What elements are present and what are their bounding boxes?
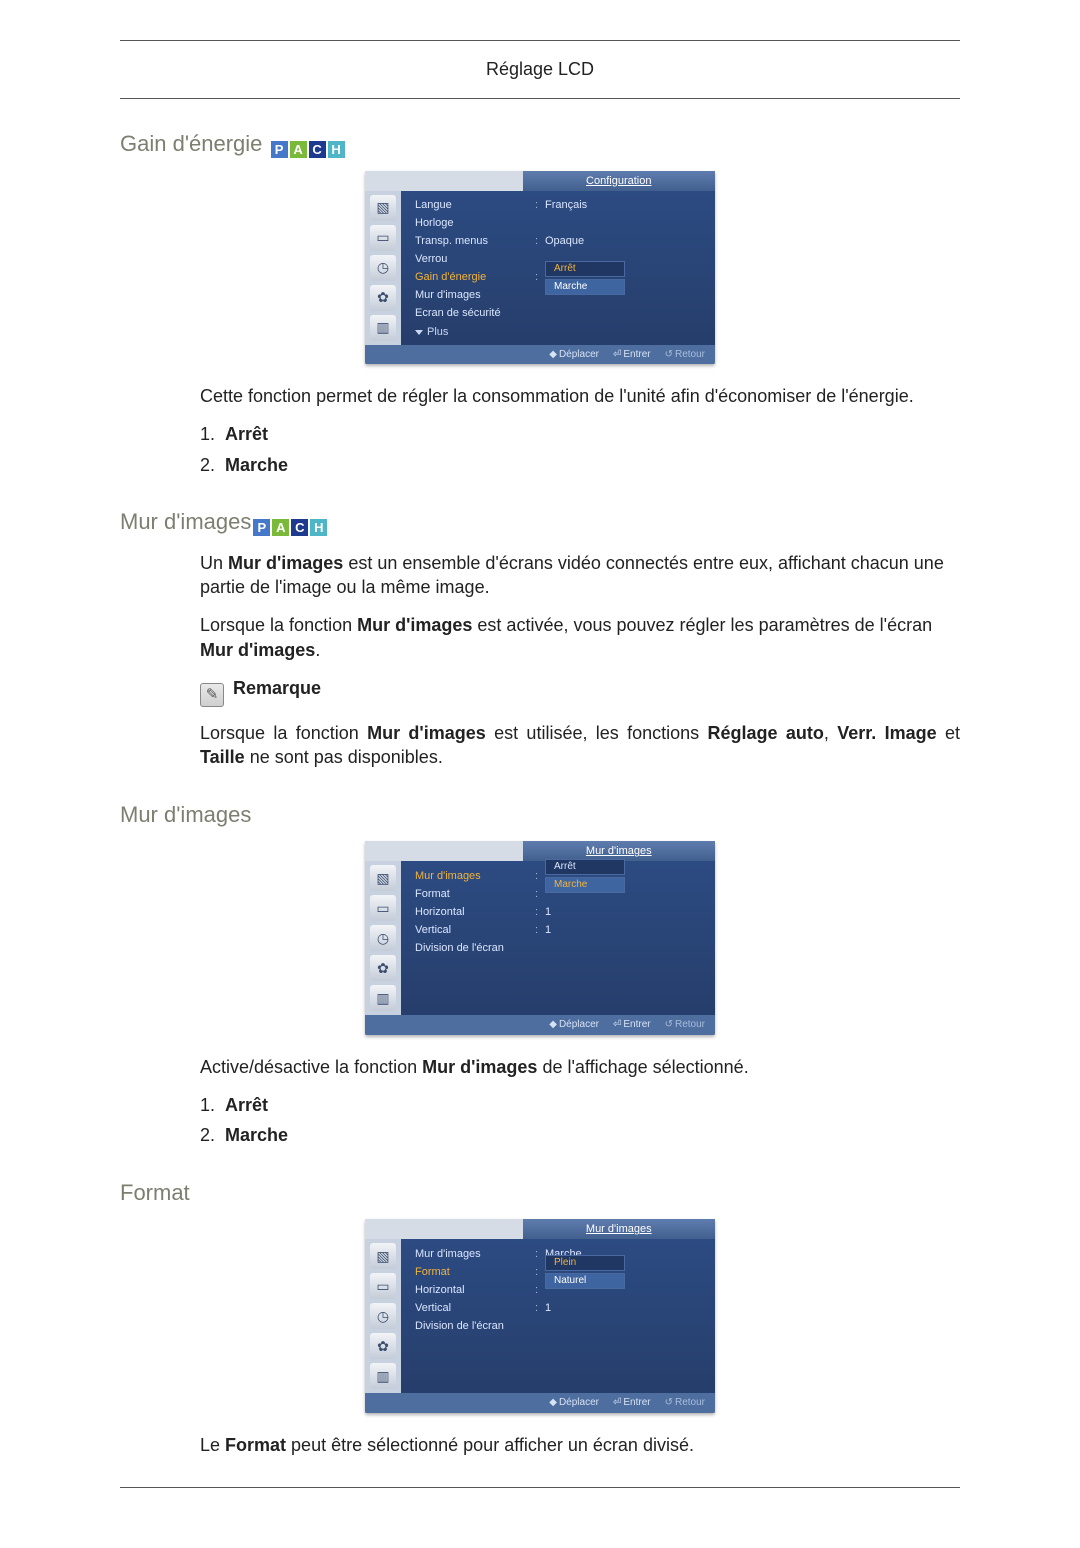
badge-h: H <box>310 519 327 536</box>
osd-label: Vertical <box>415 923 535 938</box>
sidebar-icon-setup: ✿ <box>370 1333 396 1359</box>
title-text: Gain d'énergie <box>120 131 262 156</box>
osd-label-active: Mur d'images <box>415 869 535 884</box>
osd-option-selected: Marche <box>545 279 625 295</box>
sidebar-icon-time: ◷ <box>370 255 396 281</box>
osd-menu-configuration: Configuration ▧ ▭ ◷ ✿ ▥ Langue:Français … <box>365 171 715 365</box>
section-gain-energie-title: Gain d'énergie P A C H <box>120 129 960 159</box>
paragraph: Active/désactive la fonction Mur d'image… <box>200 1055 960 1079</box>
osd-label: Langue <box>415 198 535 213</box>
badge-c: C <box>291 519 308 536</box>
paragraph: Cette fonction permet de régler la conso… <box>200 384 960 408</box>
list-item: 2. Marche <box>200 453 960 477</box>
paragraph: Le Format peut être sélectionné pour aff… <box>200 1433 960 1457</box>
pach-badge: P A C H <box>253 519 327 536</box>
osd-label: Vertical <box>415 1301 535 1316</box>
list-item: 1. Arrêt <box>200 422 960 446</box>
osd-menu-format: Mur d'images ▧ ▭ ◷ ✿ ▥ Mur d'images:Marc… <box>365 1219 715 1413</box>
section-mur-dimages-intro-title: Mur d'images P A C H <box>120 507 960 537</box>
page-header: Réglage LCD <box>0 41 1080 98</box>
list-item: 1. Arrêt <box>200 1093 960 1117</box>
osd-option: Arrêt <box>545 261 625 277</box>
osd-label: Mur d'images <box>415 1247 535 1262</box>
osd-label: Transp. menus <box>415 234 535 249</box>
list-item: 2. Marche <box>200 1123 960 1147</box>
badge-c: C <box>309 141 326 158</box>
note-heading: ✎ Remarque <box>200 676 960 707</box>
osd-label: Verrou <box>415 252 535 267</box>
osd-value: Opaque <box>545 234 707 249</box>
badge-a: A <box>290 141 307 158</box>
section-mur-dimages-title: Mur d'images <box>120 800 960 830</box>
osd-label-active: Gain d'énergie <box>415 270 535 285</box>
pach-badge: P A C H <box>271 141 345 158</box>
paragraph: Un Mur d'images est un ensemble d'écrans… <box>200 551 960 600</box>
osd-label: Horloge <box>415 216 535 231</box>
sidebar-icon-input: ▭ <box>370 895 396 921</box>
osd-dropdown: Arrêt Marche <box>545 261 707 295</box>
osd-footer: ◆Déplacer ⏎Entrer ↺Retour <box>365 345 715 365</box>
osd-footer: ◆Déplacer ⏎Entrer ↺Retour <box>365 1393 715 1413</box>
osd-label: Format <box>415 887 535 902</box>
section-format-title: Format <box>120 1178 960 1208</box>
osd-value: Français <box>545 198 707 213</box>
osd-label: Division de l'écran <box>415 1319 535 1334</box>
osd-tab-title: Mur d'images <box>523 1219 716 1239</box>
osd-option-selected: Naturel <box>545 1273 625 1289</box>
osd-sidebar: ▧ ▭ ◷ ✿ ▥ <box>365 191 401 345</box>
osd-option-selected: Marche <box>545 877 625 893</box>
paragraph: Lorsque la fonction Mur d'images est uti… <box>200 721 960 770</box>
sidebar-icon-time: ◷ <box>370 925 396 951</box>
osd-tab-title: Mur d'images <box>523 841 716 861</box>
osd-tab-title: Configuration <box>523 171 716 191</box>
sidebar-icon-time: ◷ <box>370 1303 396 1329</box>
title-text: Mur d'images <box>120 509 251 534</box>
osd-label: Horizontal <box>415 1283 535 1298</box>
badge-h: H <box>328 141 345 158</box>
osd-menu-mur-dimages: Mur d'images ▧ ▭ ◷ ✿ ▥ Mur d'images: Arr… <box>365 841 715 1035</box>
osd-more: Plus <box>415 325 707 340</box>
sidebar-icon-input: ▭ <box>370 1273 396 1299</box>
sidebar-icon-multi: ▥ <box>370 1363 396 1389</box>
osd-tab-blank <box>365 1219 523 1239</box>
sidebar-icon-picture: ▧ <box>370 865 396 891</box>
sidebar-icon-picture: ▧ <box>370 1243 396 1269</box>
badge-p: P <box>253 519 270 536</box>
osd-value: 1 <box>545 905 707 920</box>
sidebar-icon-multi: ▥ <box>370 315 396 341</box>
header-rule <box>120 98 960 99</box>
sidebar-icon-picture: ▧ <box>370 195 396 221</box>
paragraph: Lorsque la fonction Mur d'images est act… <box>200 613 960 662</box>
osd-tab-blank <box>365 171 523 191</box>
bottom-rule <box>120 1487 960 1488</box>
osd-label-active: Format <box>415 1265 535 1280</box>
osd-label: Horizontal <box>415 905 535 920</box>
sidebar-icon-setup: ✿ <box>370 955 396 981</box>
osd-label: Ecran de sécurité <box>415 306 535 321</box>
osd-dropdown: Plein Naturel <box>545 1255 707 1289</box>
note-icon: ✎ <box>200 683 224 707</box>
osd-option: Plein <box>545 1255 625 1271</box>
osd-tab-blank <box>365 841 523 861</box>
badge-a: A <box>272 519 289 536</box>
osd-label: Division de l'écran <box>415 941 535 956</box>
osd-option: Arrêt <box>545 859 625 875</box>
osd-sidebar: ▧ ▭ ◷ ✿ ▥ <box>365 1239 401 1393</box>
badge-p: P <box>271 141 288 158</box>
osd-value: 1 <box>545 923 707 938</box>
osd-dropdown: Arrêt Marche <box>545 859 707 893</box>
sidebar-icon-input: ▭ <box>370 225 396 251</box>
osd-value: 1 <box>545 1301 707 1316</box>
sidebar-icon-multi: ▥ <box>370 985 396 1011</box>
osd-label: Mur d'images <box>415 288 535 303</box>
sidebar-icon-setup: ✿ <box>370 285 396 311</box>
osd-footer: ◆Déplacer ⏎Entrer ↺Retour <box>365 1015 715 1035</box>
osd-sidebar: ▧ ▭ ◷ ✿ ▥ <box>365 861 401 1015</box>
